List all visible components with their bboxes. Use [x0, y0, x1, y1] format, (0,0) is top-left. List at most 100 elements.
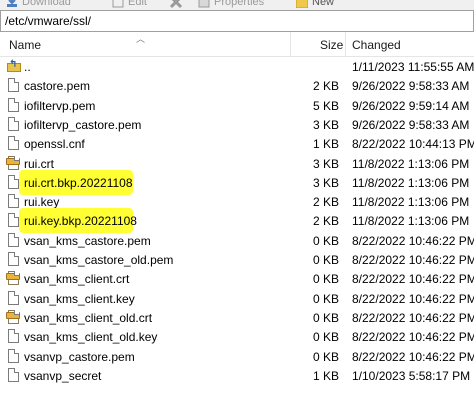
- new-folder-icon: [295, 0, 309, 9]
- file-icon: [8, 290, 19, 305]
- certificate-icon: [6, 271, 20, 286]
- column-name-header[interactable]: Name: [9, 38, 41, 52]
- file-name: vsan_kms_castore.pem: [24, 233, 151, 248]
- file-name: vsan_kms_client.crt: [24, 272, 130, 287]
- path-text: /etc/vmware/ssl/: [5, 14, 92, 28]
- file-name: vsan_kms_client_old.crt: [24, 310, 153, 325]
- file-size: 0 KB: [312, 253, 339, 267]
- parent-folder-icon: ↰: [7, 59, 21, 72]
- file-icon: [8, 367, 19, 382]
- file-changed: 1/10/2023 5:58:17 PM: [352, 368, 471, 383]
- file-size: 3 KB: [312, 117, 339, 132]
- file-name: vsan_kms_client.key: [24, 291, 135, 306]
- file-size: 3 KB: [312, 175, 339, 190]
- file-row[interactable]: rui.key.bkp.20221108 2 KB 11/8/2022 1:13:0…: [0, 208, 474, 234]
- file-changed: 8/22/2022 10:46:22 PM: [352, 330, 474, 345]
- file-changed: 8/22/2022 10:46:22 PM: [352, 253, 474, 267]
- file-changed: 9/26/2022 9:58:33 AM: [352, 117, 470, 132]
- new-label: New: [312, 0, 335, 8]
- file-changed: 1/11/2023 11:55:55 AM: [352, 60, 474, 74]
- file-name: ..: [24, 60, 31, 74]
- file-name: rui.key.bkp.20221108: [24, 214, 137, 229]
- file-name: iofiltervp.pem: [24, 98, 96, 113]
- file-size: 0 KB: [312, 291, 339, 306]
- file-row[interactable]: vsan_kms_castore_old.pem 0 KB 8/22/2022 10…: [0, 251, 474, 269]
- certificate-icon: [6, 309, 20, 324]
- file-name: vsan_kms_client_old.key: [24, 330, 158, 345]
- toolbar: Download Edit Properties New: [0, 0, 474, 10]
- properties-button[interactable]: Properties: [198, 0, 264, 9]
- file-row[interactable]: vsan_kms_client.crt 0 KB 8/22/2022 10:46:2…: [0, 270, 474, 288]
- column-divider[interactable]: [345, 32, 346, 56]
- file-row[interactable]: vsan_kms_client_old.key 0 KB 8/22/2022 10:…: [0, 328, 474, 346]
- file-size: 2 KB: [312, 214, 339, 229]
- column-size-header[interactable]: Size: [320, 38, 343, 52]
- file-size: 2 KB: [312, 79, 339, 94]
- file-icon: [8, 116, 19, 131]
- file-changed: 11/8/2022 1:13:06 PM: [352, 195, 470, 210]
- edit-icon: [112, 0, 124, 8]
- file-changed: 8/22/2022 10:46:22 PM: [352, 310, 474, 325]
- file-row[interactable]: rui.crt.bkp.20221108 3 KB 11/8/2022 1:13:0…: [0, 169, 474, 195]
- sort-ascending-icon: ︿: [136, 34, 146, 44]
- file-size: 2 KB: [312, 195, 339, 210]
- download-button[interactable]: Download: [6, 0, 71, 9]
- certificate-icon: [6, 155, 20, 170]
- column-changed-header[interactable]: Changed: [352, 38, 401, 52]
- file-icon: [8, 213, 19, 228]
- delete-icon: [169, 0, 183, 9]
- file-name: vsanvp_secret: [24, 368, 102, 383]
- column-header: ︿ Name Size Changed: [0, 32, 474, 57]
- file-name: openssl.cnf: [24, 137, 85, 152]
- file-row[interactable]: ↰.. 1/11/2023 11:55:55 AM: [0, 58, 474, 76]
- file-size: 1 KB: [312, 368, 339, 383]
- new-button[interactable]: New: [295, 0, 335, 9]
- file-row[interactable]: vsan_kms_client_old.crt 0 KB 8/22/2022 10:…: [0, 309, 474, 327]
- file-row[interactable]: iofiltervp.pem 5 KB 9/26/2022 9:59:14 AM: [0, 97, 474, 115]
- download-label: Download: [22, 0, 71, 8]
- file-changed: 9/26/2022 9:58:33 AM: [352, 79, 470, 94]
- file-changed: 11/8/2022 1:13:06 PM: [352, 156, 470, 171]
- file-changed: 8/22/2022 10:46:22 PM: [352, 272, 474, 287]
- column-divider[interactable]: [290, 32, 291, 56]
- edit-button[interactable]: Edit: [112, 0, 147, 9]
- file-row[interactable]: openssl.cnf 1 KB 8/22/2022 10:44:13 PM: [0, 135, 474, 153]
- file-changed: 8/22/2022 10:46:22 PM: [352, 233, 474, 248]
- file-icon: [8, 136, 19, 151]
- file-size: 0 KB: [312, 233, 339, 248]
- file-icon: [8, 97, 19, 112]
- file-size: 0 KB: [312, 349, 339, 364]
- file-icon: [8, 78, 19, 93]
- file-size: 5 KB: [312, 98, 339, 113]
- file-row[interactable]: vsanvp_secret 1 KB 1/10/2023 5:58:17 PM: [0, 367, 474, 385]
- file-name: iofiltervp_castore.pem: [24, 117, 142, 132]
- file-name: vsanvp_castore.pem: [24, 349, 135, 364]
- file-size: 1 KB: [312, 137, 339, 152]
- file-size: 0 KB: [312, 330, 339, 345]
- edit-label: Edit: [128, 0, 147, 8]
- file-row[interactable]: vsanvp_castore.pem 0 KB 8/22/2022 10:46:22…: [0, 348, 474, 366]
- file-changed: 9/26/2022 9:59:14 AM: [352, 98, 470, 113]
- file-name: rui.crt: [24, 156, 54, 171]
- file-icon: [8, 194, 19, 209]
- file-name: rui.key: [24, 195, 60, 210]
- path-bar[interactable]: /etc/vmware/ssl/: [0, 10, 474, 32]
- file-row[interactable]: vsan_kms_castore.pem 0 KB 8/22/2022 10:46:…: [0, 232, 474, 250]
- properties-label: Properties: [214, 0, 265, 8]
- properties-icon: [198, 0, 210, 8]
- file-name: rui.crt.bkp.20221108: [24, 175, 133, 190]
- delete-button[interactable]: [169, 0, 183, 9]
- file-changed: 8/22/2022 10:44:13 PM: [352, 137, 474, 152]
- file-row[interactable]: castore.pem 2 KB 9/26/2022 9:58:33 AM: [0, 77, 474, 95]
- file-row[interactable]: iofiltervp_castore.pem 3 KB 9/26/2022 9:58…: [0, 116, 474, 134]
- download-icon: [6, 0, 18, 8]
- file-icon: [8, 174, 19, 189]
- file-icon: [8, 329, 19, 344]
- file-icon: [8, 252, 19, 266]
- file-row[interactable]: vsan_kms_client.key 0 KB 8/22/2022 10:46:2…: [0, 290, 474, 308]
- file-changed: 8/22/2022 10:46:22 PM: [352, 291, 474, 306]
- file-size: 3 KB: [312, 156, 339, 171]
- file-icon: [8, 232, 19, 247]
- file-size: 0 KB: [312, 272, 339, 287]
- file-changed: 11/8/2022 1:13:06 PM: [352, 175, 470, 190]
